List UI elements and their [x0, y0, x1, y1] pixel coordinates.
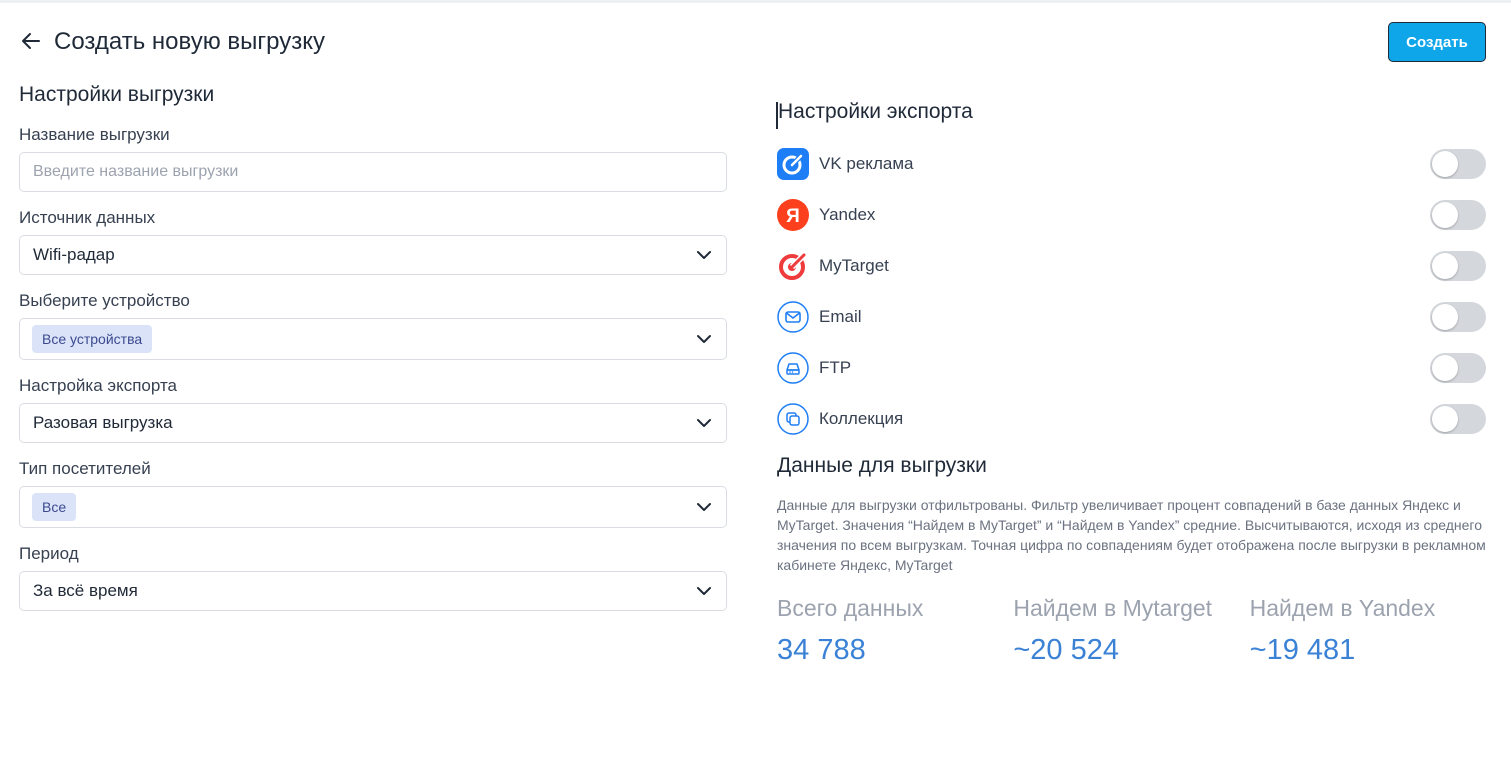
stat-yandex-value: ~19 481 — [1249, 634, 1356, 666]
period-select[interactable]: За всё время — [19, 571, 727, 611]
stat-yandex: Найдем в Yandex ~19 481 — [1250, 595, 1486, 667]
device-chip[interactable]: Все устройства — [32, 325, 153, 353]
text-cursor — [776, 102, 778, 129]
period-value: За всё время — [33, 581, 138, 600]
stats-row: Всего данных 34 788 Найдем в Mytarget ~2… — [777, 595, 1486, 667]
data-source-value: Wifi-радар — [33, 245, 115, 264]
period-field-label: Период — [19, 544, 79, 563]
export-section-title: Настройки экспорта — [778, 100, 973, 123]
top-border — [0, 0, 1511, 3]
chevron-down-icon — [697, 251, 711, 259]
stat-mytarget: Найдем в Mytarget ~20 524 — [1013, 595, 1249, 667]
collection-label: Коллекция — [819, 408, 904, 428]
device-field-label: Выберите устройство — [19, 291, 190, 310]
export-name-input[interactable] — [19, 152, 727, 192]
ftp-toggle[interactable] — [1430, 352, 1486, 383]
export-row-ftp: FTP — [777, 342, 1486, 393]
vk-ads-label: VK реклама — [819, 153, 914, 173]
export-mode-value: Разовая выгрузка — [33, 413, 173, 432]
visitor-type-select[interactable]: Все — [19, 486, 727, 528]
source-field-group: Источник данных Wifi-радар — [19, 208, 727, 275]
chevron-down-icon — [697, 419, 711, 427]
source-field-label: Источник данных — [19, 208, 156, 227]
stat-mytarget-label: Найдем в Mytarget — [1013, 595, 1213, 621]
mytarget-label: MyTarget — [819, 255, 889, 275]
stat-mytarget-value: ~20 524 — [1013, 634, 1119, 666]
back-arrow-icon[interactable] — [20, 30, 42, 52]
device-select[interactable]: Все устройства — [19, 318, 727, 360]
export-row-mytarget: MyTarget — [777, 240, 1486, 291]
visitor-type-chip[interactable]: Все — [32, 493, 77, 521]
chevron-down-icon — [697, 335, 711, 343]
stat-total-value: 34 788 — [777, 634, 866, 666]
yandex-toggle[interactable] — [1430, 199, 1486, 230]
yandex-label: Yandex — [819, 204, 876, 224]
ftp-icon — [777, 351, 809, 384]
export-settings-form: Настройки выгрузки Название выгрузки Ист… — [19, 83, 727, 627]
visitors-field-label: Тип посетителей — [19, 459, 151, 478]
vk-ads-toggle[interactable] — [1430, 148, 1486, 179]
email-label: Email — [819, 306, 862, 326]
data-section-description: Данные для выгрузки отфильтрованы. Фильт… — [777, 497, 1486, 573]
email-toggle[interactable] — [1430, 301, 1486, 332]
data-section-title: Данные для выгрузки — [777, 454, 987, 477]
chevron-down-icon — [697, 503, 711, 511]
name-field-group: Название выгрузки — [19, 125, 727, 192]
export-row-vk: VK реклама — [777, 138, 1486, 189]
export-row-yandex: Я Yandex — [777, 189, 1486, 240]
svg-text:Я: Я — [786, 206, 800, 227]
stat-yandex-label: Найдем в Yandex — [1249, 595, 1436, 621]
collection-icon — [777, 402, 809, 435]
export-mode-label: Настройка экспорта — [19, 376, 178, 395]
settings-section-title: Настройки выгрузки — [19, 83, 215, 106]
ftp-label: FTP — [819, 357, 852, 377]
chevron-down-icon — [697, 587, 711, 595]
collection-toggle[interactable] — [1430, 403, 1486, 434]
period-field-group: Период За всё время — [19, 544, 727, 611]
page-title: Создать новую выгрузку — [54, 28, 325, 55]
stat-total: Всего данных 34 788 — [777, 595, 1013, 667]
visitors-field-group: Тип посетителей Все — [19, 459, 727, 528]
mytarget-icon — [777, 250, 809, 282]
stat-total-label: Всего данных — [777, 595, 924, 621]
device-field-group: Выберите устройство Все устройства — [19, 291, 727, 360]
export-mode-select[interactable]: Разовая выгрузка — [19, 403, 727, 443]
email-icon — [777, 300, 809, 333]
data-source-select[interactable]: Wifi-радар — [19, 235, 727, 275]
name-field-label: Название выгрузки — [19, 125, 170, 144]
export-row-email: Email — [777, 291, 1486, 342]
export-mode-field-group: Настройка экспорта Разовая выгрузка — [19, 376, 727, 443]
vk-ads-icon — [777, 147, 809, 180]
create-button[interactable]: Создать — [1388, 22, 1486, 62]
mytarget-toggle[interactable] — [1430, 250, 1486, 281]
export-row-collection: Коллекция — [777, 393, 1486, 444]
yandex-icon: Я — [777, 198, 809, 231]
export-targets-panel: Настройки экспорта VK реклама Я Yandex M… — [776, 100, 1486, 667]
